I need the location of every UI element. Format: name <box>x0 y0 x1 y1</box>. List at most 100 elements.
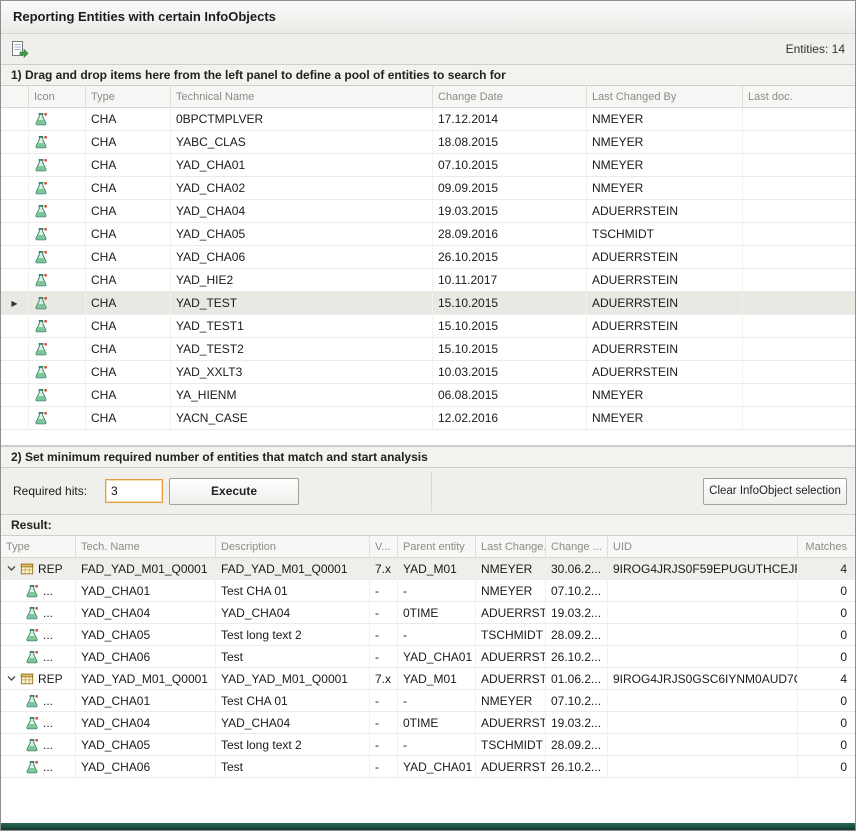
cell-technical-name: YAD_CHA02 <box>171 177 433 199</box>
entity-row[interactable]: CHAYAD_XXLT310.03.2015ADUERRSTEIN <box>1 361 855 384</box>
execute-button[interactable]: Execute <box>169 478 299 505</box>
cell-change-date: 19.03.2015 <box>433 200 587 222</box>
entity-row[interactable]: CHA0BPCTMPLVER17.12.2014NMEYER <box>1 108 855 131</box>
entity-row[interactable]: CHAYAD_CHA0626.10.2015ADUERRSTEIN <box>1 246 855 269</box>
result-table-header: Type Tech. Name Description V... Parent … <box>1 536 855 558</box>
characteristic-icon <box>29 315 86 337</box>
characteristic-icon <box>29 407 86 429</box>
cell-type-text: ... <box>43 606 53 620</box>
result-child-row[interactable]: ...YAD_CHA06Test-YAD_CHA01ADUERRSTE...26… <box>1 646 855 668</box>
characteristic-icon <box>25 738 39 752</box>
column-header-matches[interactable]: Matches <box>798 536 855 557</box>
result-parent-row[interactable]: REPFAD_YAD_M01_Q0001FAD_YAD_M01_Q00017.x… <box>1 558 855 580</box>
cell-uid <box>608 624 798 645</box>
cell-type-text: ... <box>43 760 53 774</box>
cell-change-date: 18.08.2015 <box>433 131 587 153</box>
cell-uid <box>608 712 798 733</box>
entity-row[interactable]: CHAYAD_HIE210.11.2017ADUERRSTEIN <box>1 269 855 292</box>
cell-type: ... <box>1 690 76 711</box>
characteristic-icon <box>29 177 86 199</box>
cell-change-date: 10.03.2015 <box>433 361 587 383</box>
cell-last-change: ADUERRSTE... <box>476 646 546 667</box>
cell-last-doc <box>743 154 855 176</box>
result-child-row[interactable]: ...YAD_CHA06Test-YAD_CHA01ADUERRSTE...26… <box>1 756 855 778</box>
column-header-type[interactable]: Type <box>86 86 171 107</box>
characteristic-icon <box>29 108 86 130</box>
result-child-row[interactable]: ...YAD_CHA01Test CHA 01--NMEYER07.10.2..… <box>1 690 855 712</box>
required-hits-input[interactable] <box>105 479 163 503</box>
cell-type: ... <box>1 734 76 755</box>
row-select-gutter <box>1 384 29 406</box>
cell-change-date: 12.02.2016 <box>433 407 587 429</box>
cell-last-doc <box>743 315 855 337</box>
entity-row[interactable]: CHAYABC_CLAS18.08.2015NMEYER <box>1 131 855 154</box>
column-header-last-changed-by[interactable]: Last Changed By <box>587 86 743 107</box>
cell-last-change: NMEYER <box>476 690 546 711</box>
entity-row[interactable]: ▶CHAYAD_TEST15.10.2015ADUERRSTEIN <box>1 292 855 315</box>
cell-last-doc <box>743 407 855 429</box>
result-child-row[interactable]: ...YAD_CHA04YAD_CHA04-0TIMEADUERRSTE...1… <box>1 602 855 624</box>
export-table-icon[interactable] <box>11 40 29 58</box>
cell-last-change: NMEYER <box>476 580 546 601</box>
cell-technical-name: YAD_CHA01 <box>171 154 433 176</box>
row-select-gutter <box>1 246 29 268</box>
row-select-gutter <box>1 338 29 360</box>
status-strip <box>1 823 855 830</box>
cell-type: CHA <box>86 200 171 222</box>
cell-type: CHA <box>86 407 171 429</box>
collapse-chevron-icon[interactable] <box>6 673 19 684</box>
clear-infoobject-selection-button[interactable]: Clear InfoObject selection <box>703 478 847 505</box>
result-child-row[interactable]: ...YAD_CHA05Test long text 2--TSCHMIDT28… <box>1 624 855 646</box>
entity-row[interactable]: CHAYAD_CHA0107.10.2015NMEYER <box>1 154 855 177</box>
collapse-chevron-icon[interactable] <box>6 563 19 574</box>
column-header-description[interactable]: Description <box>216 536 370 557</box>
entities-table-body: CHA0BPCTMPLVER17.12.2014NMEYERCHAYABC_CL… <box>1 108 855 430</box>
entity-row[interactable]: CHAYACN_CASE12.02.2016NMEYER <box>1 407 855 430</box>
cell-type: CHA <box>86 361 171 383</box>
cell-uid: 9IROG4JRJS0F59EPUGUTHCEJR <box>608 558 798 579</box>
row-select-gutter <box>1 361 29 383</box>
entity-row[interactable]: CHAYAD_CHA0209.09.2015NMEYER <box>1 177 855 200</box>
cell-change: 26.10.2... <box>546 646 608 667</box>
cell-last-change: ADUERRSTE... <box>476 756 546 777</box>
cell-change: 26.10.2... <box>546 756 608 777</box>
entity-row[interactable]: CHAYA_HIENM06.08.2015NMEYER <box>1 384 855 407</box>
column-header-change[interactable]: Change ... <box>546 536 608 557</box>
result-parent-row[interactable]: REPYAD_YAD_M01_Q0001YAD_YAD_M01_Q00017.x… <box>1 668 855 690</box>
entity-row[interactable]: CHAYAD_CHA0419.03.2015ADUERRSTEIN <box>1 200 855 223</box>
column-header-version[interactable]: V... <box>370 536 398 557</box>
column-header-uid[interactable]: UID <box>608 536 798 557</box>
characteristic-icon <box>29 154 86 176</box>
result-child-row[interactable]: ...YAD_CHA04YAD_CHA04-0TIMEADUERRSTE...1… <box>1 712 855 734</box>
row-select-gutter: ▶ <box>1 292 29 314</box>
column-header-type[interactable]: Type <box>1 536 76 557</box>
cell-last-change: ADUERRSTE... <box>476 668 546 689</box>
entity-row[interactable]: CHAYAD_CHA0528.09.2016TSCHMIDT <box>1 223 855 246</box>
result-child-row[interactable]: ...YAD_CHA05Test long text 2--TSCHMIDT28… <box>1 734 855 756</box>
column-header-last-change[interactable]: Last Change... <box>476 536 546 557</box>
cell-technical-name: YAD_CHA06 <box>171 246 433 268</box>
cell-last-changed-by: ADUERRSTEIN <box>587 292 743 314</box>
cell-change: 19.03.2... <box>546 602 608 623</box>
cell-last-change: ADUERRSTE... <box>476 712 546 733</box>
cell-parent-entity: - <box>398 580 476 601</box>
cell-version: - <box>370 756 398 777</box>
column-header-last-doc[interactable]: Last doc. <box>743 86 855 107</box>
required-hits-label: Required hits: <box>13 484 87 498</box>
panel-divider <box>431 471 432 511</box>
column-header-technical-name[interactable]: Technical Name <box>171 86 433 107</box>
column-header-parent-entity[interactable]: Parent entity <box>398 536 476 557</box>
column-header-icon[interactable]: Icon <box>29 86 86 107</box>
cell-last-doc <box>743 131 855 153</box>
cell-type-text: ... <box>43 738 53 752</box>
entity-row[interactable]: CHAYAD_TEST215.10.2015ADUERRSTEIN <box>1 338 855 361</box>
result-child-row[interactable]: ...YAD_CHA01Test CHA 01--NMEYER07.10.2..… <box>1 580 855 602</box>
cell-change-date: 15.10.2015 <box>433 315 587 337</box>
entity-row[interactable]: CHAYAD_TEST115.10.2015ADUERRSTEIN <box>1 315 855 338</box>
cell-version: - <box>370 602 398 623</box>
column-header-change-date[interactable]: Change Date <box>433 86 587 107</box>
cell-description: Test CHA 01 <box>216 580 370 601</box>
cell-parent-entity: YAD_M01 <box>398 558 476 579</box>
cell-version: - <box>370 580 398 601</box>
column-header-tech-name[interactable]: Tech. Name <box>76 536 216 557</box>
